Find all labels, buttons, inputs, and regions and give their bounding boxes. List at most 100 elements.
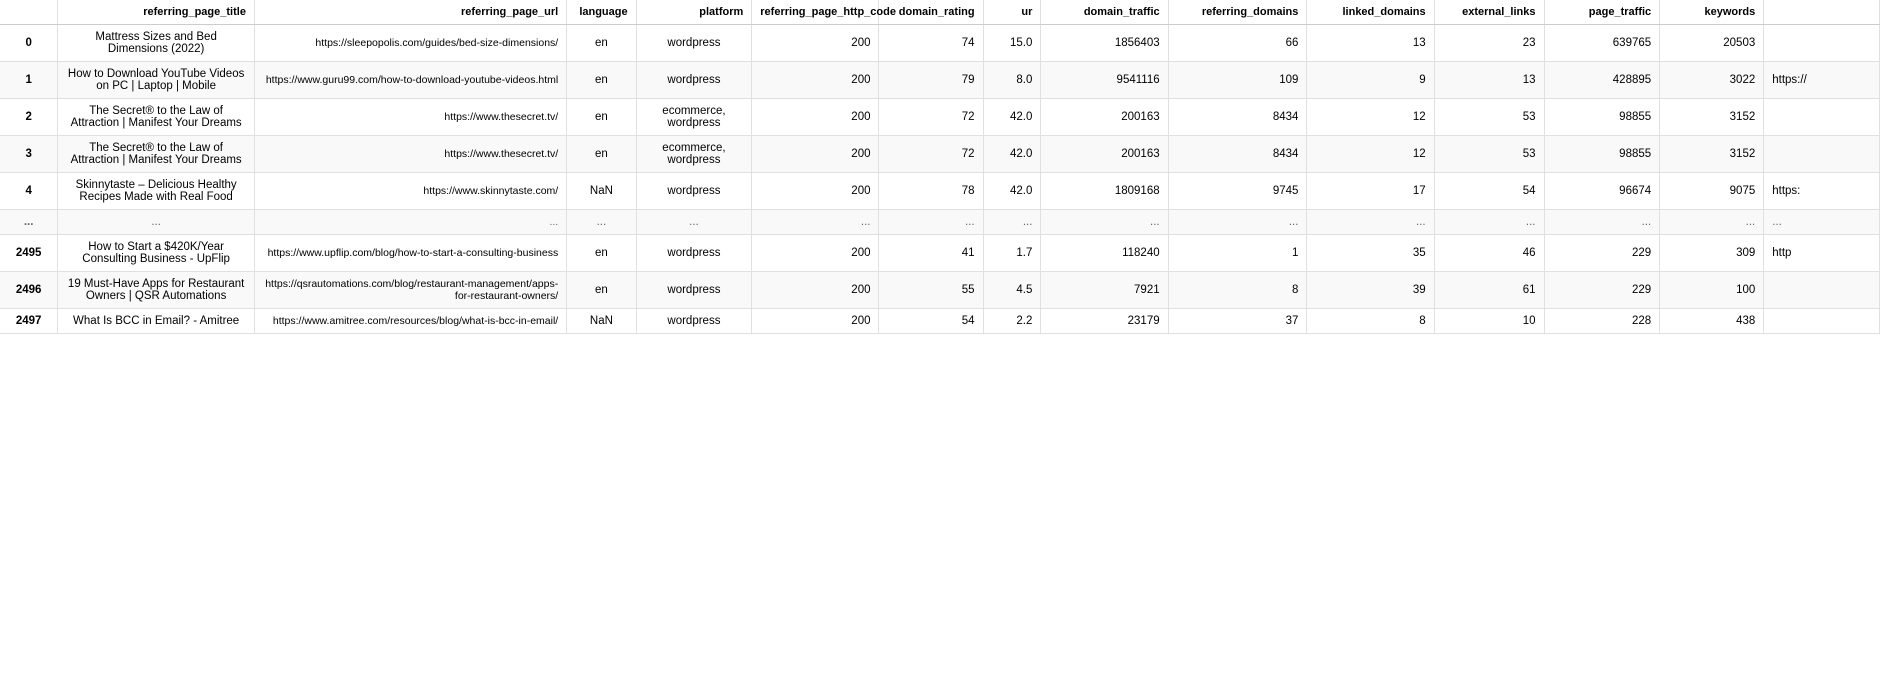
table-cell: 10 (1434, 309, 1544, 334)
table-cell: 100 (1660, 272, 1764, 309)
table-cell: 428895 (1544, 62, 1660, 99)
table-cell: 1 (1168, 235, 1307, 272)
table-cell: wordpress (636, 309, 752, 334)
table-cell: 46 (1434, 235, 1544, 272)
table-cell: 23179 (1041, 309, 1168, 334)
table-cell: 13 (1307, 25, 1434, 62)
table-cell: ... (1544, 210, 1660, 235)
table-cell: 72 (879, 99, 983, 136)
col-header-linked-domains: linked_domains (1307, 0, 1434, 25)
table-cell: 3152 (1660, 99, 1764, 136)
table-cell: 8434 (1168, 136, 1307, 173)
table-cell: NaN (567, 173, 636, 210)
table-cell: en (567, 272, 636, 309)
table-row: 1How to Download YouTube Videos on PC | … (0, 62, 1880, 99)
table-row: 249619 Must-Have Apps for Restaurant Own… (0, 272, 1880, 309)
table-cell: 66 (1168, 25, 1307, 62)
table-cell: 54 (1434, 173, 1544, 210)
table-cell: https://www.guru99.com/how-to-download-y… (254, 62, 566, 99)
col-header-language: language (567, 0, 636, 25)
col-header-page-traffic: page_traffic (1544, 0, 1660, 25)
table-cell: 109 (1168, 62, 1307, 99)
table-cell: 8 (1307, 309, 1434, 334)
col-header-http-code: referring_page_http_code (752, 0, 879, 25)
table-cell: ... (752, 210, 879, 235)
table-cell: https://www.thesecret.tv/ (254, 136, 566, 173)
table-cell (1764, 309, 1880, 334)
table-cell: ... (0, 210, 58, 235)
table-cell: 42.0 (983, 99, 1041, 136)
table-cell: 438 (1660, 309, 1764, 334)
table-cell: 1809168 (1041, 173, 1168, 210)
table-cell: 23 (1434, 25, 1544, 62)
table-row: 2497What Is BCC in Email? - Amitreehttps… (0, 309, 1880, 334)
col-header-platform: platform (636, 0, 752, 25)
table-cell: en (567, 62, 636, 99)
table-cell: wordpress (636, 25, 752, 62)
table-cell: ... (1168, 210, 1307, 235)
table-cell: 200 (752, 136, 879, 173)
table-cell: 15.0 (983, 25, 1041, 62)
table-row: 2495How to Start a $420K/Year Consulting… (0, 235, 1880, 272)
table-cell: 200 (752, 309, 879, 334)
table-cell: 74 (879, 25, 983, 62)
table-cell (1764, 25, 1880, 62)
table-cell: 200 (752, 25, 879, 62)
table-cell: 309 (1660, 235, 1764, 272)
table-cell: 42.0 (983, 173, 1041, 210)
table-cell: https://qsrautomations.com/blog/restaura… (254, 272, 566, 309)
table-cell: 98855 (1544, 99, 1660, 136)
table-cell: 98855 (1544, 136, 1660, 173)
table-row: 4Skinnytaste – Delicious Healthy Recipes… (0, 173, 1880, 210)
table-cell: 3022 (1660, 62, 1764, 99)
table-cell: ... (1764, 210, 1880, 235)
table-cell: The Secret® to the Law of Attraction | M… (58, 99, 255, 136)
table-cell: 20503 (1660, 25, 1764, 62)
table-cell: 37 (1168, 309, 1307, 334)
table-cell: 9 (1307, 62, 1434, 99)
table-cell: ... (254, 210, 566, 235)
table-cell: 12 (1307, 99, 1434, 136)
table-cell (1764, 272, 1880, 309)
table-cell: ecommerce, wordpress (636, 136, 752, 173)
table-cell: NaN (567, 309, 636, 334)
table-cell: 12 (1307, 136, 1434, 173)
col-header-domain-traffic: domain_traffic (1041, 0, 1168, 25)
table-row: 0Mattress Sizes and Bed Dimensions (2022… (0, 25, 1880, 62)
table-cell: wordpress (636, 62, 752, 99)
table-cell: ecommerce, wordpress (636, 99, 752, 136)
col-header-external-links: external_links (1434, 0, 1544, 25)
table-cell: ... (1041, 210, 1168, 235)
table-cell: 96674 (1544, 173, 1660, 210)
table-cell: 13 (1434, 62, 1544, 99)
table-cell: 42.0 (983, 136, 1041, 173)
table-row: 3The Secret® to the Law of Attraction | … (0, 136, 1880, 173)
table-header: referring_page_title referring_page_url … (0, 0, 1880, 25)
table-cell: wordpress (636, 235, 752, 272)
table-cell: wordpress (636, 272, 752, 309)
table-cell: Mattress Sizes and Bed Dimensions (2022) (58, 25, 255, 62)
table-cell: 41 (879, 235, 983, 272)
table-cell: 53 (1434, 136, 1544, 173)
table-cell: 78 (879, 173, 983, 210)
table-cell: 39 (1307, 272, 1434, 309)
col-header-title: referring_page_title (58, 0, 255, 25)
table-cell: 200 (752, 272, 879, 309)
table-cell: What Is BCC in Email? - Amitree (58, 309, 255, 334)
table-cell: 4 (0, 173, 58, 210)
table-cell: https://www.thesecret.tv/ (254, 99, 566, 136)
table-cell: 639765 (1544, 25, 1660, 62)
table-cell: ... (983, 210, 1041, 235)
table-cell: 17 (1307, 173, 1434, 210)
table-cell (1764, 136, 1880, 173)
table-cell: 200163 (1041, 99, 1168, 136)
table-cell: 8 (1168, 272, 1307, 309)
table-cell: https://www.skinnytaste.com/ (254, 173, 566, 210)
table-cell: 200 (752, 99, 879, 136)
table-cell: 200 (752, 235, 879, 272)
table-cell: en (567, 99, 636, 136)
table-cell: 8.0 (983, 62, 1041, 99)
col-header-ur: ur (983, 0, 1041, 25)
col-header-keywords: keywords (1660, 0, 1764, 25)
table-cell (1764, 99, 1880, 136)
